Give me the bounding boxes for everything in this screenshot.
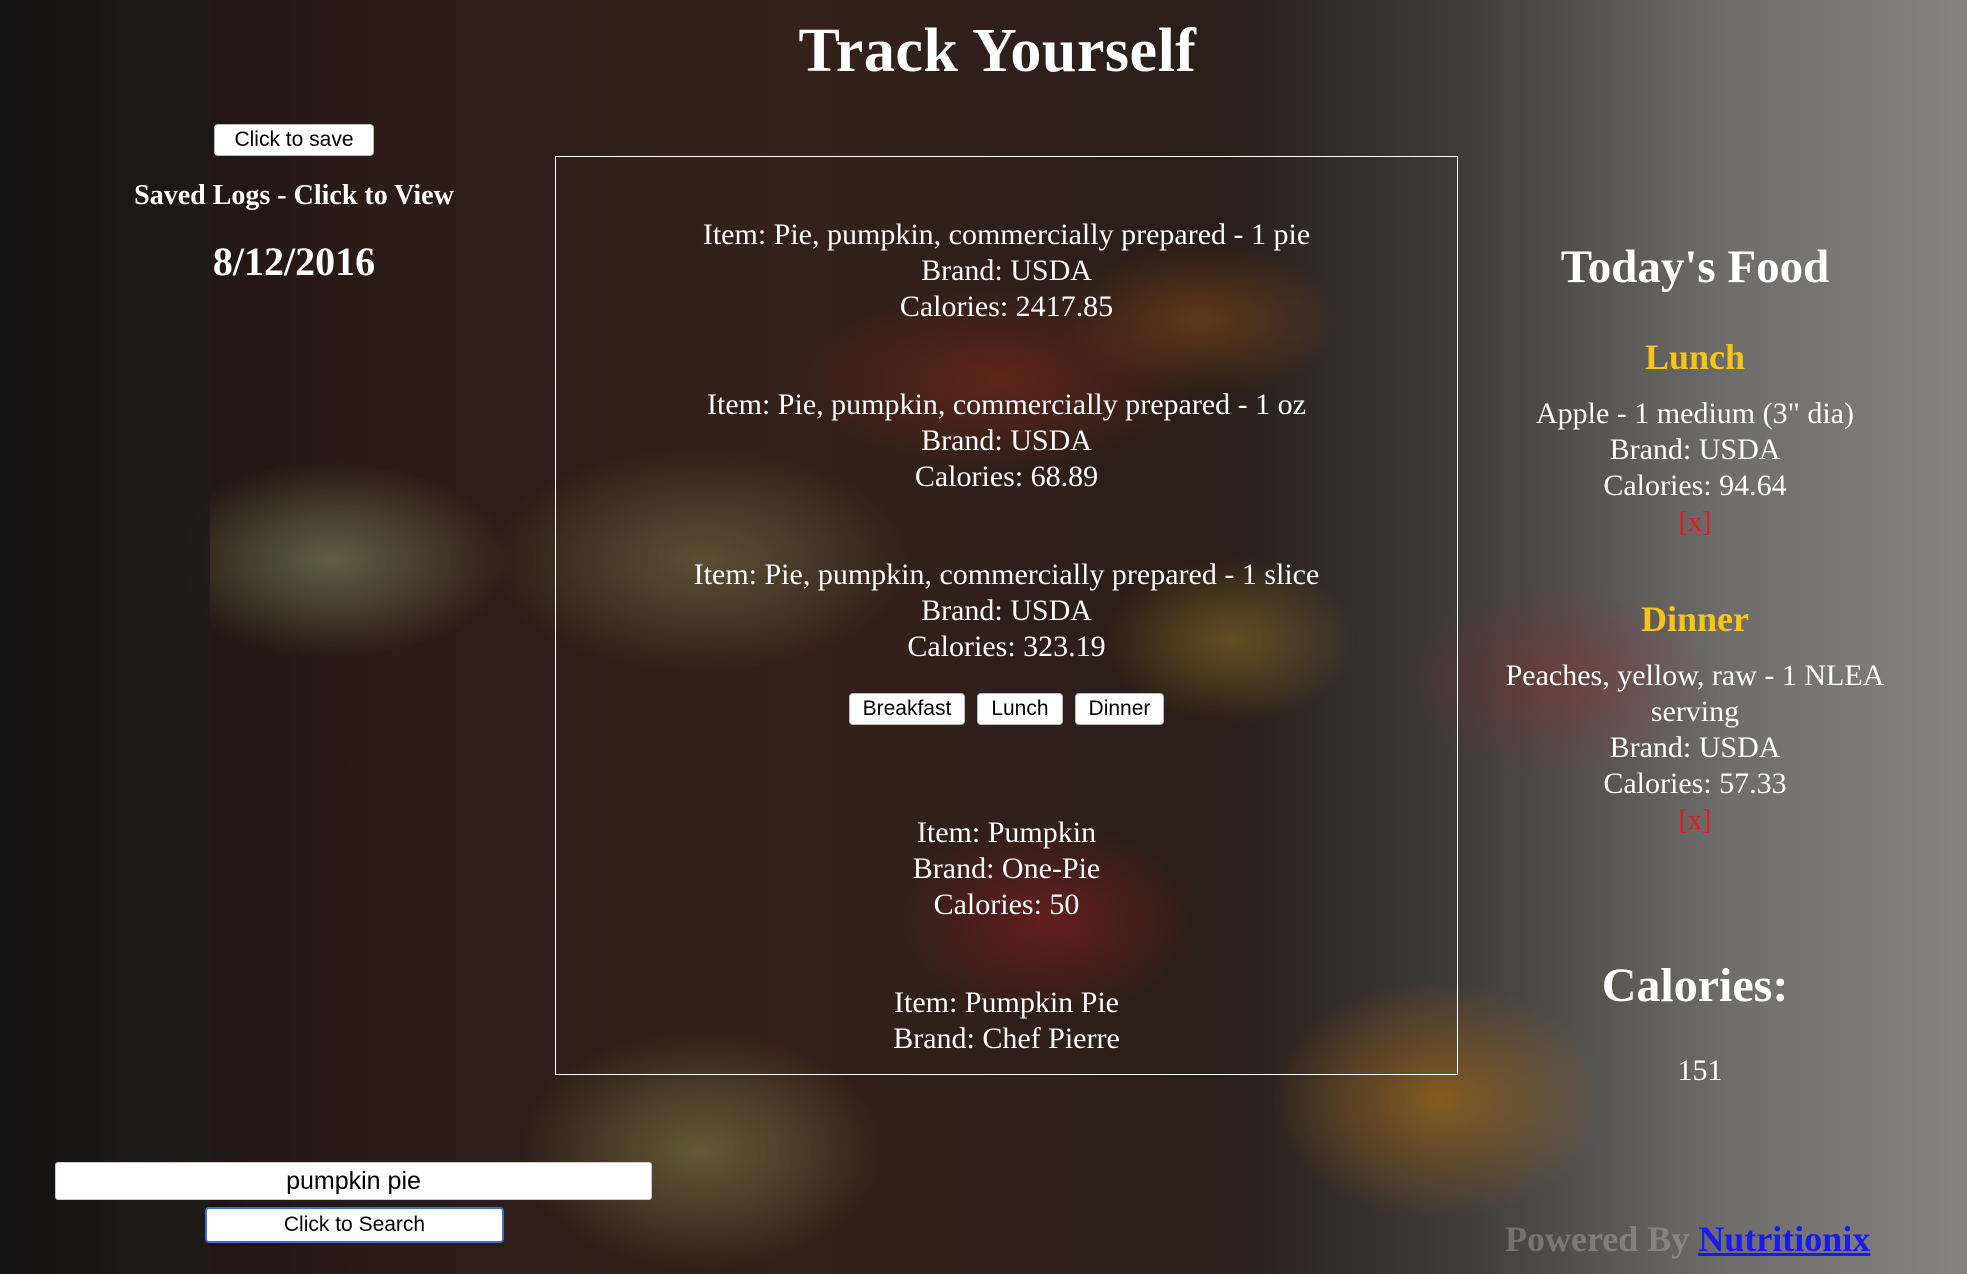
entry-item-name: Apple - 1 medium (3" dia) bbox=[1535, 397, 1854, 430]
remove-dinner-entry-button[interactable]: [x] bbox=[1679, 803, 1712, 839]
saved-log-item[interactable]: 8/12/2016 bbox=[0, 238, 588, 285]
entry-item-brand: Brand: USDA bbox=[1609, 433, 1781, 466]
result-item-brand: Brand: USDA bbox=[921, 254, 1092, 287]
result-item-calories: Calories: 50 bbox=[933, 888, 1080, 921]
search-button[interactable]: Click to Search bbox=[205, 1207, 504, 1243]
result-item-name: Item: Pie, pumpkin, commercially prepare… bbox=[707, 388, 1306, 421]
result-item-brand: Brand: USDA bbox=[921, 424, 1092, 457]
add-breakfast-button[interactable]: Breakfast bbox=[848, 693, 966, 725]
saved-logs-heading: Saved Logs - Click to View bbox=[134, 180, 454, 211]
result-item-brand: Brand: Chef Pierre bbox=[893, 1022, 1120, 1055]
entry-item-calories: Calories: 94.64 bbox=[1603, 469, 1787, 502]
result-item[interactable]: Item: Pie, pumpkin, commercially prepare… bbox=[556, 217, 1457, 325]
result-item-name: Item: Pie, pumpkin, commercially prepare… bbox=[702, 218, 1311, 251]
dinner-section: Dinner Peaches, yellow, raw - 1 NLEA ser… bbox=[1470, 598, 1920, 839]
dinner-entry: Peaches, yellow, raw - 1 NLEA serving Br… bbox=[1470, 658, 1920, 839]
entry-item-calories: Calories: 57.33 bbox=[1603, 767, 1787, 800]
dinner-title: Dinner bbox=[1641, 599, 1749, 639]
entry-item-name: Peaches, yellow, raw - 1 NLEA serving bbox=[1505, 659, 1885, 728]
remove-lunch-entry-button[interactable]: [x] bbox=[1679, 505, 1712, 541]
result-item-brand: Brand: USDA bbox=[921, 594, 1092, 627]
result-item-name: Item: Pie, pumpkin, commercially prepare… bbox=[693, 558, 1320, 591]
result-item-selected[interactable]: Item: Pie, pumpkin, commercially prepare… bbox=[556, 557, 1457, 665]
meal-button-group: Breakfast Lunch Dinner bbox=[556, 693, 1457, 725]
calories-total: 151 bbox=[1677, 1054, 1723, 1087]
result-item[interactable]: Item: Pumpkin Pie Brand: Chef Pierre bbox=[556, 985, 1457, 1057]
entry-item-brand: Brand: USDA bbox=[1609, 731, 1781, 764]
result-item[interactable]: Item: Pie, pumpkin, commercially prepare… bbox=[556, 387, 1457, 495]
todays-food-heading: Today's Food bbox=[1560, 241, 1830, 293]
result-item-brand: Brand: One-Pie bbox=[912, 852, 1101, 885]
lunch-section: Lunch Apple - 1 medium (3" dia) Brand: U… bbox=[1470, 336, 1920, 541]
calories-heading: Calories: bbox=[1601, 959, 1789, 1012]
result-item-name: Item: Pumpkin bbox=[916, 816, 1097, 849]
result-item[interactable]: Item: Pumpkin Brand: One-Pie Calories: 5… bbox=[556, 815, 1457, 923]
search-results-list: Item: Pie, pumpkin, commercially prepare… bbox=[556, 217, 1457, 1074]
powered-by-text: Powered By bbox=[1505, 1219, 1690, 1259]
add-lunch-button[interactable]: Lunch bbox=[977, 693, 1063, 725]
search-results-box[interactable]: Item: Pie, pumpkin, commercially prepare… bbox=[555, 156, 1458, 1075]
result-item-calories: Calories: 323.19 bbox=[907, 630, 1106, 663]
add-dinner-button[interactable]: Dinner bbox=[1074, 693, 1165, 725]
lunch-entry: Apple - 1 medium (3" dia) Brand: USDA Ca… bbox=[1470, 396, 1920, 541]
nutritionix-link[interactable]: Nutritionix bbox=[1698, 1219, 1870, 1259]
search-input[interactable] bbox=[55, 1162, 652, 1200]
save-button[interactable]: Click to save bbox=[214, 124, 374, 156]
result-item-calories: Calories: 68.89 bbox=[914, 460, 1099, 493]
lunch-title: Lunch bbox=[1644, 337, 1746, 377]
powered-by-footer: Powered By Nutritionix bbox=[1505, 1218, 1870, 1260]
result-item-name: Item: Pumpkin Pie bbox=[894, 986, 1119, 1019]
page-title: Track Yourself bbox=[798, 17, 1197, 85]
result-item-calories: Calories: 2417.85 bbox=[899, 290, 1114, 323]
